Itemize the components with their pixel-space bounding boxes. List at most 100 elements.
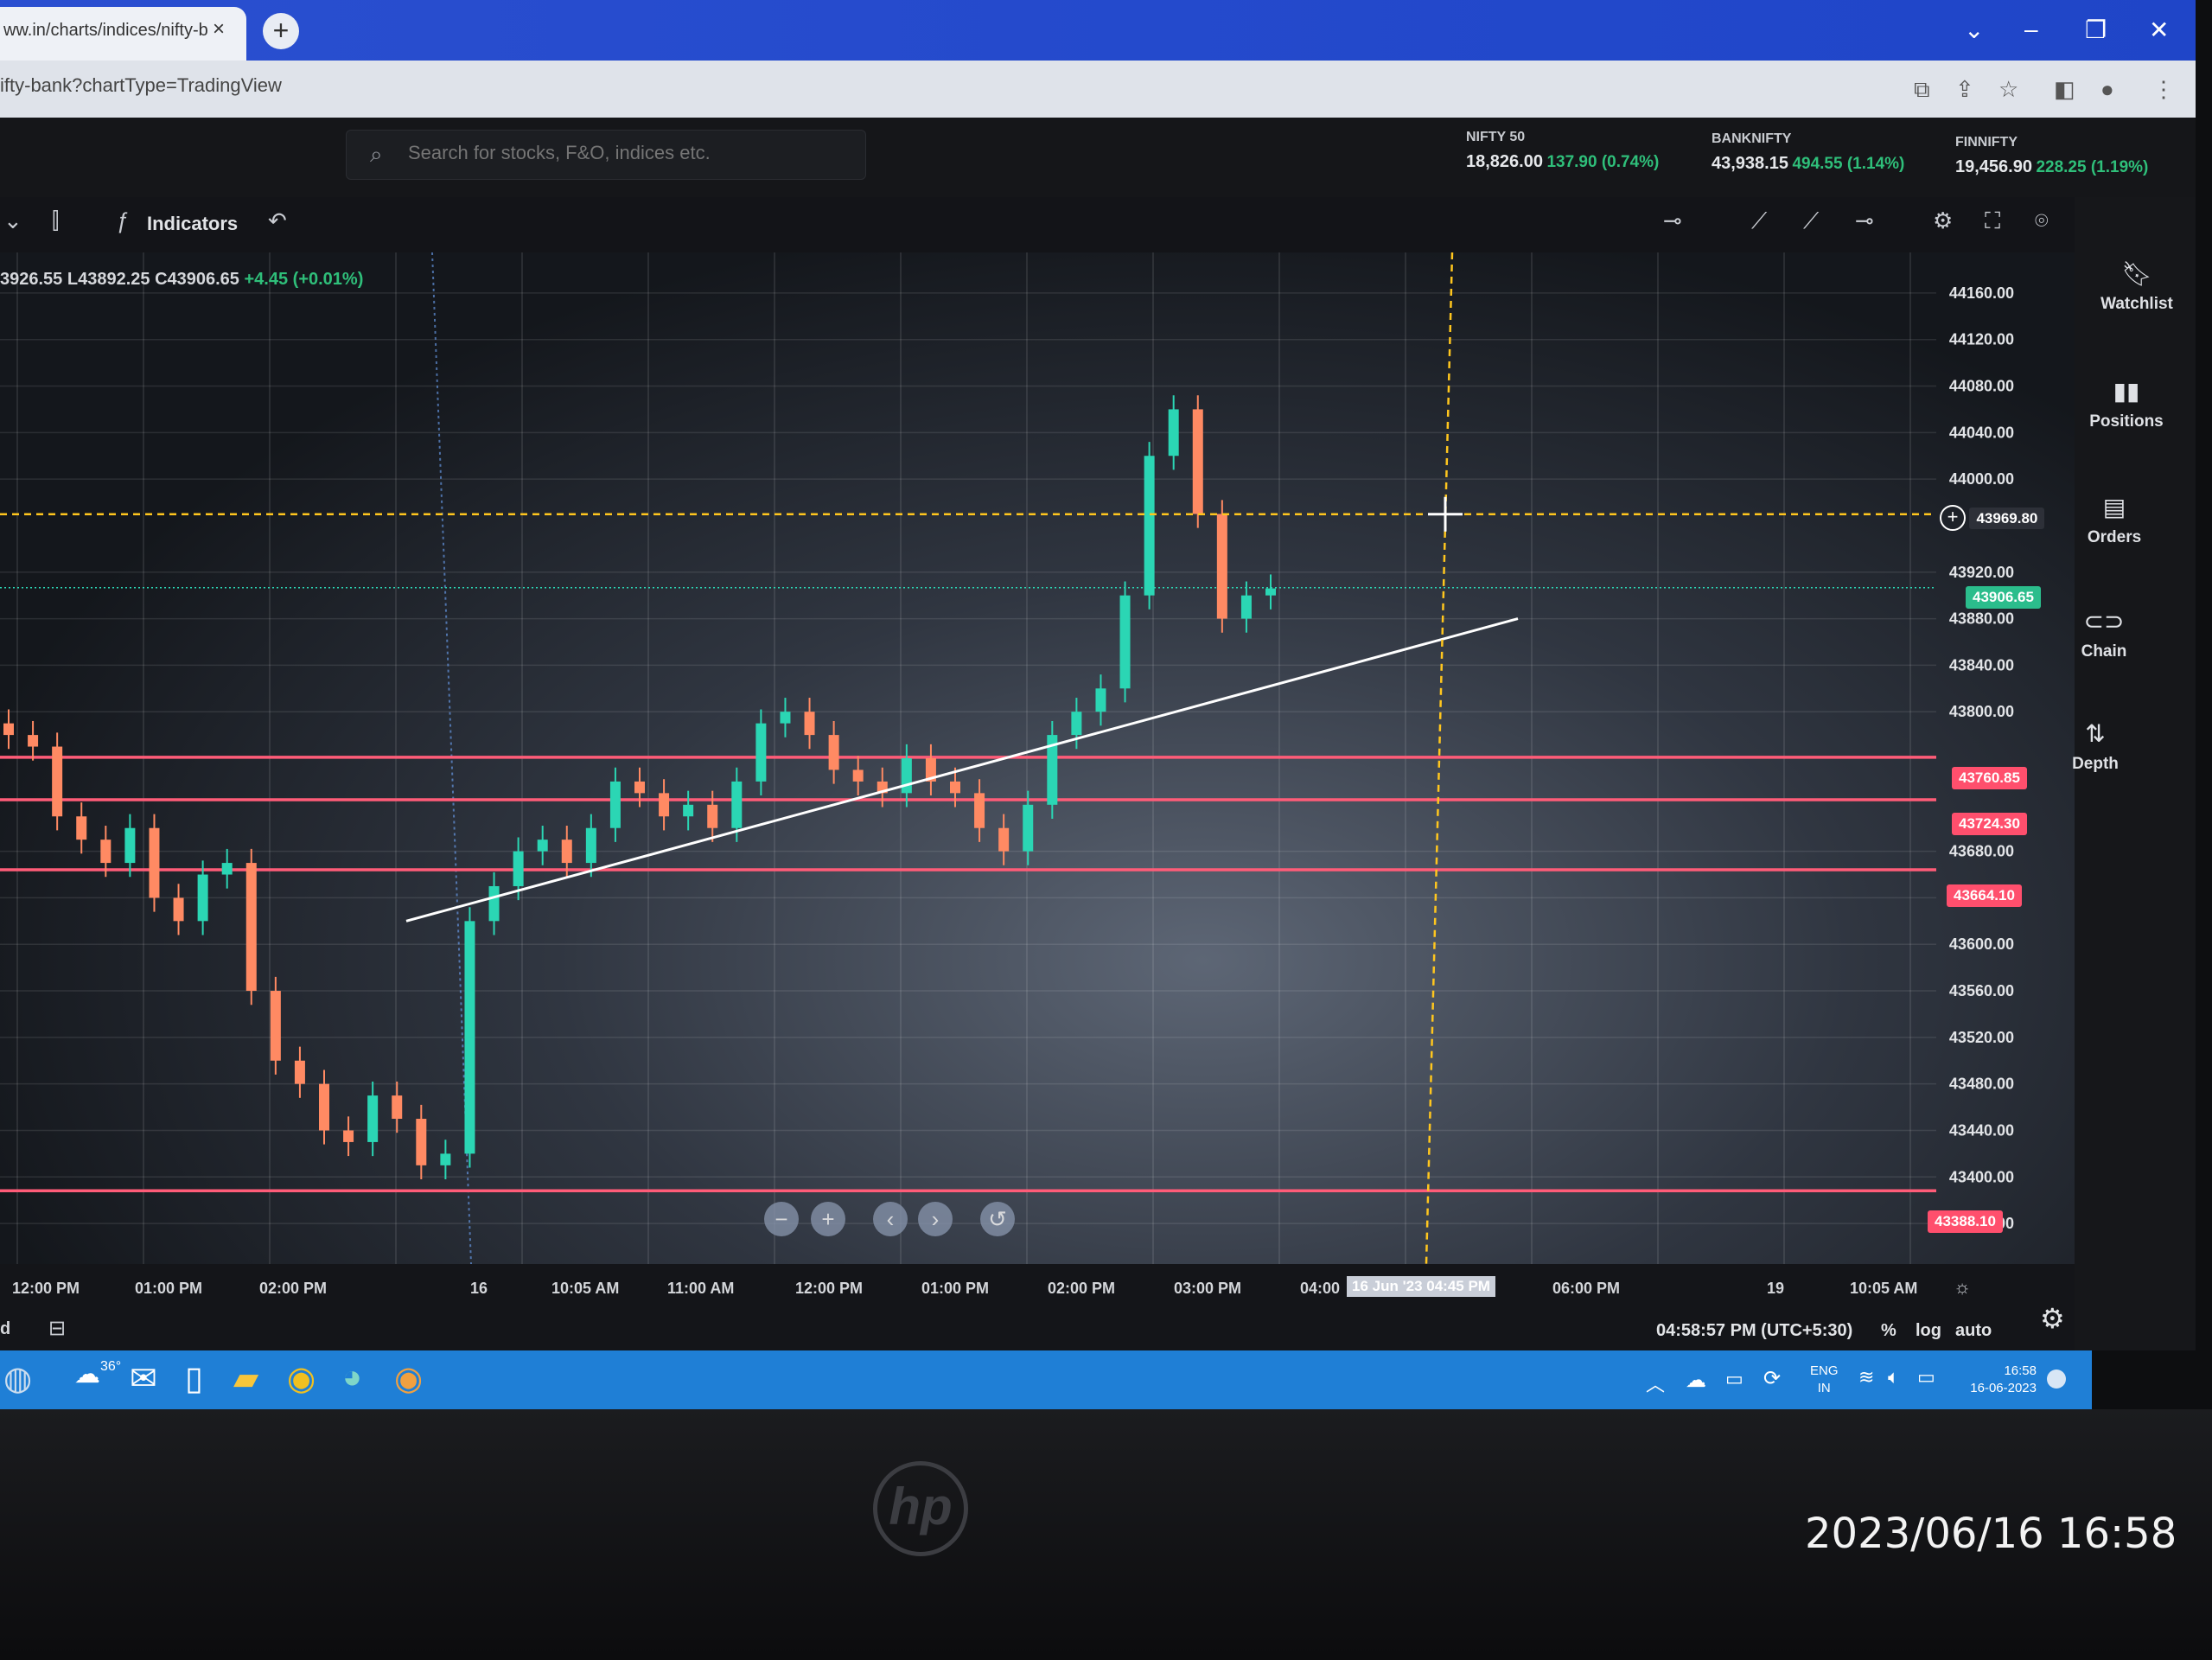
y-tick-label: 43680.00 [1949,843,2014,860]
x-tick: 01:00 PM [135,1280,203,1297]
x-tick: 10:05 AM [1850,1280,1918,1297]
star-icon[interactable]: ☆ [1998,76,2018,103]
open-external-icon[interactable]: ⧉ [1914,76,1930,104]
share-icon[interactable]: ⇪ [1955,76,1974,103]
fullscreen-icon[interactable]: ⛶ [1985,208,2000,235]
ticker-name: FINNIFTY [1955,135,2018,150]
candle-type-icon[interactable]: ⫿ [52,208,59,235]
widgets-icon[interactable]: ◍ [3,1359,32,1398]
sidebar-item-depth[interactable]: ⇅ Depth [2043,719,2147,774]
sync-icon[interactable]: ⟳ [1763,1366,1781,1391]
ray-icon[interactable]: ⟋ [1803,208,1819,235]
trendline [405,617,1519,923]
close-window-icon[interactable]: ✕ [2149,16,2169,44]
notification-icon[interactable] [2047,1370,2066,1389]
onedrive-icon[interactable]: ☁ [1686,1368,1706,1393]
y-tick-label: 43560.00 [1949,982,2014,999]
scroll-right-button[interactable]: › [918,1202,953,1236]
zoom-out-button[interactable]: − [764,1202,799,1236]
price-badge: 43969.80 [1969,508,2045,529]
candle-body [755,723,767,782]
url-text[interactable]: ifty-bank?chartType=TradingView [0,74,282,97]
candle-body [852,769,864,782]
candle-body [1265,588,1276,596]
horizontal-line-icon[interactable]: ⊸ [1855,208,1874,234]
minimize-icon[interactable]: – [2024,16,2038,43]
chevron-up-icon[interactable]: ︿ [1646,1370,1665,1397]
percent-toggle[interactable]: % [1881,1321,1896,1341]
search-input[interactable] [406,141,842,165]
x-tick: 04:00 [1300,1280,1341,1297]
candle-body [52,746,63,817]
ticker-nifty50[interactable]: NIFTY 50 18,826.00 137.90 (0.74%) [1466,130,1659,172]
menu-icon[interactable]: ⋮ [2152,76,2175,103]
candle-body [804,712,815,736]
weather-widget[interactable]: ☁36° [74,1359,121,1389]
trendline-icon[interactable]: ⟋ [1751,208,1767,235]
time-axis-settings-icon[interactable]: ☼ [1954,1276,1971,1299]
candle-body [974,793,985,828]
candle-body [319,1083,329,1131]
candle-body [998,827,1010,852]
level-badge: 43388.10 [1928,1210,2003,1233]
calendar-icon[interactable]: ⊟ [48,1316,66,1341]
candle-body [343,1130,354,1142]
wifi-icon[interactable]: ≋ [1858,1366,1874,1389]
tray-app-icon[interactable]: ▭ [1725,1368,1743,1390]
candle-body [197,874,208,922]
hp-logo: hp [873,1461,968,1556]
horizontal-ray-icon[interactable]: ⊸ [1663,208,1682,234]
sidepanel-icon[interactable]: ◧ [2054,76,2075,103]
y-tick-label: 44120.00 [1949,331,2014,348]
legend-close: C43906.65 [155,270,239,289]
profile-icon[interactable]: ● [2100,76,2114,103]
sidebar-item-watchlist[interactable]: 🔖︎ Watchlist [2085,259,2189,314]
bookmark-icon: 🔖︎ [2121,260,2152,287]
camera-icon[interactable]: ⌾ [2035,208,2049,235]
price-chart[interactable]: 44160.00 44120.00 44080.00 44040.00 44000.00… [0,252,2075,1264]
battery-icon[interactable]: ▭ [1917,1366,1935,1389]
weather-temp: 36° [100,1359,122,1374]
link-icon: ⊂⊃ [2083,608,2125,635]
tab-title: ww.in/charts/indices/nifty-b [3,21,208,40]
scroll-left-button[interactable]: ‹ [873,1202,908,1236]
auto-toggle[interactable]: auto [1955,1321,1992,1341]
candle-body [561,840,572,864]
new-tab-button[interactable]: + [263,13,299,49]
gear-icon[interactable]: ⚙ [2040,1302,2065,1335]
address-bar[interactable] [0,61,2196,118]
x-tick: 02:00 PM [1048,1280,1116,1297]
x-tick: 02:00 PM [259,1280,328,1297]
sidebar-item-positions[interactable]: ▮▮ Positions [2075,377,2178,431]
reset-chart-button[interactable]: ↺ [980,1202,1015,1236]
interval-label[interactable]: d [0,1319,10,1339]
chevron-down-icon[interactable]: ⌄ [1964,16,1984,44]
log-toggle[interactable]: log [1916,1321,1941,1341]
taskbar-clock[interactable]: 16:58 16-06-2023 [1955,1363,2037,1397]
chevron-down-icon[interactable]: ⌄ [3,208,22,234]
app-icon[interactable]: ◕ [342,1359,362,1396]
undo-icon[interactable]: ↶ [268,208,287,234]
ticker-banknifty[interactable]: BANKNIFTY 43,938.15 494.55 (1.14%) [1712,131,1904,174]
speaker-icon[interactable]: 🔈︎ [1888,1366,1899,1389]
gear-icon[interactable]: ⚙ [1933,208,1953,234]
candle-body [440,1153,451,1165]
calculator-icon[interactable]: ▯ [185,1359,203,1398]
language-indicator[interactable]: ENG IN [1810,1363,1839,1397]
folder-icon[interactable]: ▰ [233,1359,258,1398]
chart-area[interactable]: 44160.00 44120.00 44080.00 44040.00 44000.00… [0,252,2075,1264]
mail-icon[interactable]: ✉ [130,1359,157,1398]
indicators-button[interactable]: Indicators [147,213,238,235]
chrome-profile-icon[interactable]: ◉ [394,1359,423,1398]
close-icon[interactable]: × [213,17,225,42]
y-tick-label: 44040.00 [1949,424,2014,441]
candle-body [100,840,112,864]
sidebar-item-orders[interactable]: ▤ Orders [2062,493,2166,547]
ticker-finnifty[interactable]: FINNIFTY 19,456.90 228.25 (1.19%) [1955,135,2148,177]
zoom-in-button[interactable]: + [811,1202,845,1236]
y-tick-label: 43400.00 [1949,1168,2014,1185]
chrome-icon[interactable]: ◉ [287,1359,316,1398]
document-icon: ▤ [2102,494,2126,520]
sidebar-item-chain[interactable]: ⊂⊃ Chain [2052,607,2156,661]
restore-icon[interactable]: ❐ [2085,16,2107,44]
